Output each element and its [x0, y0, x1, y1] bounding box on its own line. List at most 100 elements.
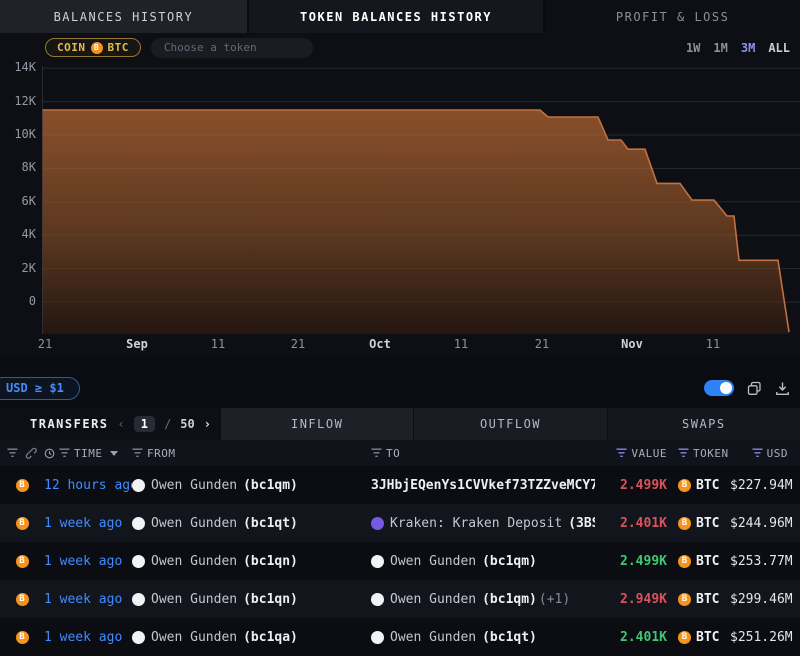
tab-transfers[interactable]: TRANSFERS ‹ 1 / 50 ›	[0, 408, 220, 440]
transfer-time[interactable]: 12 hours ago	[44, 478, 132, 493]
sort-caret-icon	[110, 451, 118, 456]
bitcoin-chain-icon: B	[16, 555, 29, 568]
bitcoin-icon: B	[678, 555, 691, 568]
coin-filter-chip[interactable]: COIN B BTC	[45, 38, 141, 57]
x-tick-label: Sep	[126, 337, 148, 351]
top-tab-bar: BALANCES HISTORY TOKEN BALANCES HISTORY …	[0, 0, 800, 33]
entity-name[interactable]: Owen Gunden	[151, 554, 237, 569]
copy-icon[interactable]	[747, 381, 762, 396]
transfer-usd: $253.77M	[730, 554, 800, 569]
table-tab-bar: TRANSFERS ‹ 1 / 50 › INFLOW OUTFLOW SWAP…	[0, 408, 800, 440]
entity-name[interactable]: Owen Gunden	[151, 516, 237, 531]
transfer-from[interactable]: Owen Gunden(bc1qa)	[132, 630, 371, 645]
usd-filter-toggle[interactable]	[704, 380, 734, 396]
x-tick-label: 21	[291, 337, 305, 351]
tab-profit-loss[interactable]: PROFIT & LOSS	[545, 0, 800, 33]
entity-avatar-icon	[371, 631, 384, 644]
entity-tag: (bc1qn)	[243, 554, 298, 569]
entity-avatar-icon	[371, 555, 384, 568]
chain-link-icon[interactable]	[25, 447, 37, 459]
filter-icon	[59, 448, 70, 458]
transfer-to[interactable]: Owen Gunden (bc1qm)	[371, 554, 595, 569]
transfer-time[interactable]: 1 week ago	[44, 554, 132, 569]
column-header-usd[interactable]: USD	[730, 447, 800, 460]
coin-chip-token: BTC	[108, 41, 129, 54]
transfer-usd: $251.26M	[730, 630, 800, 645]
transfer-from[interactable]: Owen Gunden (bc1qt)	[132, 516, 371, 531]
column-header-token[interactable]: TOKEN	[667, 447, 730, 460]
coin-chip-label: COIN	[57, 41, 86, 54]
entity-tag: (bc1qt)	[482, 630, 537, 645]
transfer-row[interactable]: B 1 week ago Owen Gunden(bc1qn) Owen Gun…	[0, 580, 800, 618]
entity-name[interactable]: Owen Gunden	[390, 554, 476, 569]
toggle-knob	[720, 382, 732, 394]
y-tick-label: 2K	[0, 261, 36, 275]
transfer-from[interactable]: Owen Gunden (bc1qn)	[132, 592, 371, 607]
y-tick-label: 10K	[0, 127, 36, 141]
column-header-time[interactable]: TIME	[44, 447, 132, 460]
tab-outflow[interactable]: OUTFLOW	[413, 408, 606, 440]
download-icon[interactable]	[775, 381, 790, 396]
transfer-row[interactable]: B 1 week ago Owen Gunden(bc1qt) Kraken: …	[0, 504, 800, 542]
filter-icon	[371, 448, 382, 458]
tab-inflow[interactable]: INFLOW	[220, 408, 413, 440]
range-all[interactable]: ALL	[768, 41, 790, 55]
usd-filter-chip[interactable]: USD ≥ $1	[0, 377, 80, 400]
x-tick-label: 11	[454, 337, 468, 351]
x-axis-labels: 21Sep1121Oct1121Nov11	[0, 334, 800, 356]
x-tick-label: 11	[706, 337, 720, 351]
range-1m[interactable]: 1M	[713, 41, 727, 55]
token-search-input[interactable]	[151, 38, 313, 58]
transfer-to[interactable]: Kraken: Kraken Deposit (3BSJX)	[371, 516, 595, 531]
filter-icon[interactable]	[7, 448, 18, 458]
entity-name[interactable]: Kraken: Kraken Deposit	[390, 516, 562, 531]
range-1w[interactable]: 1W	[686, 41, 700, 55]
entity-name[interactable]: Owen Gunden	[151, 592, 237, 607]
entity-tag: (3BSJX)	[568, 516, 595, 531]
transfer-value: 2.949K	[595, 592, 667, 607]
transfer-from[interactable]: Owen Gunden (bc1qm)	[132, 478, 371, 493]
transfer-to[interactable]: Owen Gunden(bc1qm)(+1)	[371, 592, 595, 607]
tab-token-balances-history[interactable]: TOKEN BALANCES HISTORY	[249, 0, 546, 33]
entity-tag: (bc1qm)	[482, 592, 537, 607]
transfer-time[interactable]: 1 week ago	[44, 592, 132, 607]
transfer-time[interactable]: 1 week ago	[44, 630, 132, 645]
y-tick-label: 12K	[0, 94, 36, 108]
y-tick-label: 14K	[0, 60, 36, 74]
column-header-to[interactable]: TO	[371, 447, 595, 460]
balance-history-chart[interactable]: 14K12K10K8K6K4K2K0 21Sep1121Oct1121Nov11	[0, 62, 800, 356]
entity-avatar-icon	[132, 593, 145, 606]
entity-name[interactable]: Owen Gunden	[151, 630, 237, 645]
transfer-from[interactable]: Owen Gunden (bc1qn)	[132, 554, 371, 569]
range-3m[interactable]: 3M	[741, 41, 755, 55]
bitcoin-icon: B	[678, 631, 691, 644]
clock-icon	[44, 448, 55, 459]
current-page: 1	[134, 416, 155, 432]
transfer-value: 2.499K	[595, 554, 667, 569]
entity-name[interactable]: Owen Gunden	[151, 478, 237, 493]
tab-swaps[interactable]: SWAPS	[607, 408, 800, 440]
entity-tag: (bc1qt)	[243, 516, 298, 531]
transfer-time[interactable]: 1 week ago	[44, 516, 132, 531]
next-page-button[interactable]: ›	[204, 417, 211, 431]
transfer-row[interactable]: B 1 week ago Owen Gunden (bc1qn) Owen Gun…	[0, 542, 800, 580]
entity-tag: (bc1qm)	[243, 478, 298, 493]
entity-name[interactable]: Owen Gunden	[390, 630, 476, 645]
transfer-to[interactable]: 3JHbjEQenYs1CVVkef73TZZveMCY7b3…	[371, 478, 595, 493]
entity-name[interactable]: Owen Gunden	[390, 592, 476, 607]
entity-avatar-icon	[132, 631, 145, 644]
column-header-value[interactable]: VALUE	[595, 447, 667, 460]
entity-tag: (bc1qn)	[243, 592, 298, 607]
address-text[interactable]: 3JHbjEQenYs1CVVkef73TZZveMCY7b3…	[371, 478, 595, 493]
column-header-from[interactable]: FROM	[132, 447, 371, 460]
transfer-to[interactable]: Owen Gunden (bc1qt)	[371, 630, 595, 645]
entity-avatar-icon	[371, 593, 384, 606]
y-tick-label: 4K	[0, 227, 36, 241]
transfer-row[interactable]: B 1 week ago Owen Gunden(bc1qa) Owen Gun…	[0, 618, 800, 656]
transfer-row[interactable]: B 12 hours ago Owen Gunden(bc1qm) 3JHbjE…	[0, 466, 800, 504]
y-tick-label: 0	[0, 294, 36, 308]
prev-page-button[interactable]: ‹	[118, 417, 125, 431]
entity-tag: (bc1qm)	[482, 554, 537, 569]
area-chart	[0, 62, 800, 334]
tab-balances-history[interactable]: BALANCES HISTORY	[0, 0, 249, 33]
